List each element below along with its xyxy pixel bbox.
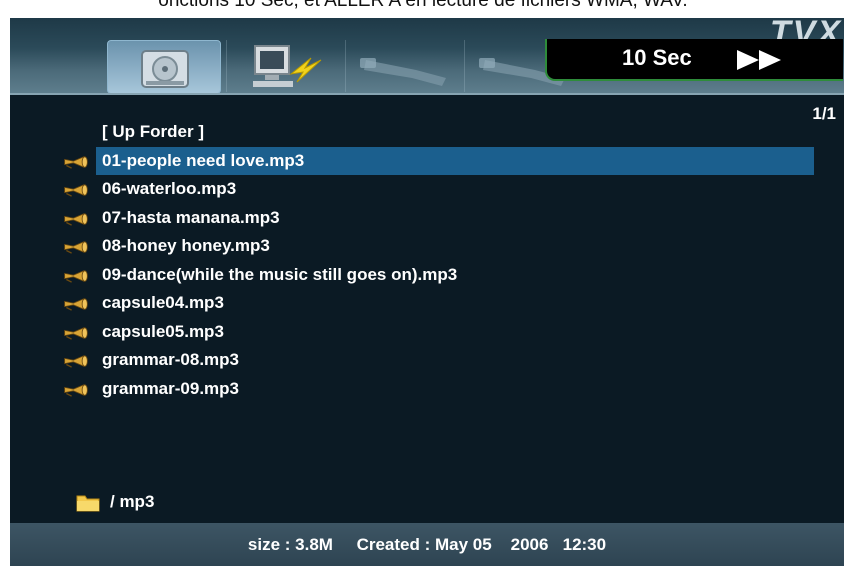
music-file-icon [54, 236, 96, 256]
music-file-icon [54, 379, 96, 399]
file-item[interactable]: 08-honey honey.mp3 [54, 232, 814, 261]
file-item[interactable]: grammar-08.mp3 [54, 346, 814, 375]
created-time: 12:30 [562, 535, 607, 554]
header-divider [10, 93, 844, 95]
file-name: capsule04.mp3 [102, 293, 224, 313]
device-tab-network[interactable] [226, 40, 339, 92]
music-file-icon [54, 151, 96, 171]
music-file-icon [54, 293, 96, 313]
page-caption: onctions 10 Sec, et ALLER A en lecture d… [158, 0, 688, 11]
up-folder-label: [ Up Forder ] [102, 122, 204, 142]
file-item[interactable]: 01-people need love.mp3 [54, 146, 814, 176]
file-item[interactable]: 07-hasta manana.mp3 [54, 204, 814, 233]
file-info: size : 3.8M Created : May 05 2006 12:30 [10, 523, 844, 566]
skip-label: 10 Sec [622, 45, 692, 70]
file-name: 09-dance(while the music still goes on).… [102, 264, 458, 284]
hard-disk-icon [141, 50, 189, 88]
file-name: 08-honey honey.mp3 [102, 236, 270, 256]
media-player-screen: TVX 10 Sec 1/1 [ Up Forder ] 01-people n… [10, 18, 844, 566]
status-bar: size : 3.8M Created : May 05 2006 12:30 [10, 523, 844, 566]
file-name: 01-people need love.mp3 [96, 146, 814, 175]
music-file-icon [54, 350, 96, 370]
music-file-icon [54, 265, 96, 285]
device-tab-usb-1[interactable] [345, 40, 458, 92]
file-name: 07-hasta manana.mp3 [102, 207, 280, 227]
file-name: grammar-09.mp3 [102, 378, 240, 398]
file-name: grammar-08.mp3 [102, 350, 240, 370]
file-name: capsule05.mp3 [102, 321, 224, 341]
file-item[interactable]: 06-waterloo.mp3 [54, 175, 814, 204]
music-file-icon [54, 322, 96, 342]
file-item[interactable]: capsule04.mp3 [54, 289, 814, 318]
computer-network-icon [253, 45, 322, 87]
page-indicator: 1/1 [812, 104, 836, 123]
device-bar: TVX 10 Sec [10, 18, 844, 94]
path-label: / mp3 [110, 492, 155, 511]
file-size: size : 3.8M [247, 535, 333, 554]
device-tab-hard-disk[interactable] [107, 40, 221, 94]
file-item[interactable]: grammar-09.mp3 [54, 375, 814, 404]
file-item[interactable]: 09-dance(while the music still goes on).… [54, 261, 814, 290]
usb-icon [360, 58, 446, 86]
folder-icon [76, 492, 100, 512]
up-folder-item[interactable]: [ Up Forder ] [54, 118, 814, 147]
file-item[interactable]: capsule05.mp3 [54, 318, 814, 347]
file-list: [ Up Forder ] 01-people need love.mp3 06-… [54, 118, 814, 403]
fast-forward-icon [737, 50, 781, 70]
created-year: 2006 [510, 535, 549, 554]
skip-indicator: 10 Sec [545, 39, 843, 81]
music-file-icon [54, 179, 96, 199]
music-file-icon [54, 208, 96, 228]
file-name: 06-waterloo.mp3 [102, 179, 237, 199]
current-path: / mp3 [76, 492, 154, 512]
created-date: Created : May 05 [356, 535, 492, 554]
